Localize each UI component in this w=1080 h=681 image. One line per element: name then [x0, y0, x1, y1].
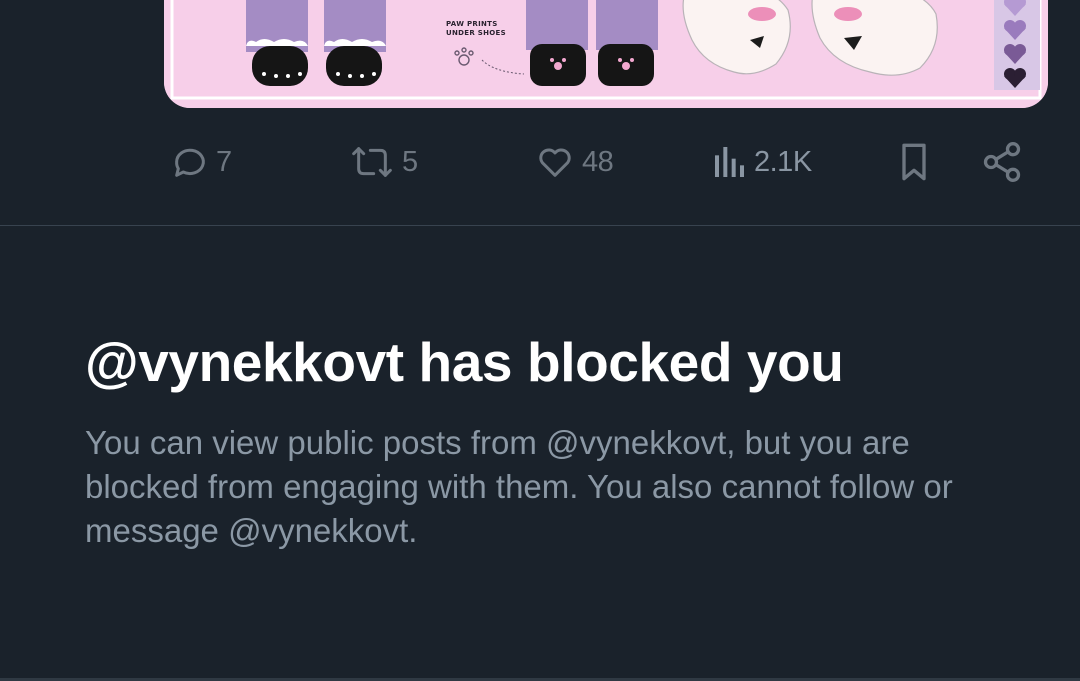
reply-count: 7	[216, 145, 232, 178]
character-reference-artwork	[164, 0, 1048, 108]
views-icon	[715, 147, 744, 177]
bookmark-icon	[902, 143, 926, 181]
media-caption: PAW PRINTS UNDER SHOES	[446, 20, 524, 38]
repost-icon	[352, 147, 392, 177]
reply-icon	[175, 148, 205, 177]
views-button[interactable]: 2.1K	[712, 134, 812, 190]
media-caption-line-2: UNDER SHOES	[446, 29, 506, 37]
bookmark-button[interactable]	[894, 134, 934, 190]
like-button[interactable]: 48	[534, 134, 614, 190]
view-count: 2.1K	[754, 145, 812, 178]
blocked-title: @vynekkovt has blocked you	[85, 331, 844, 393]
repost-count: 5	[402, 145, 418, 178]
share-button[interactable]	[980, 134, 1024, 190]
media-caption-line-1: PAW PRINTS	[446, 20, 498, 28]
repost-button[interactable]: 5	[348, 134, 418, 190]
post-media-image[interactable]: PAW PRINTS UNDER SHOES	[164, 0, 1048, 108]
share-icon	[983, 142, 1021, 182]
post-action-bar: 7 5 48 2.1K	[0, 134, 1080, 190]
reply-button[interactable]: 7	[170, 134, 232, 190]
blocked-description: You can view public posts from @vynekkov…	[85, 424, 953, 549]
post-divider	[0, 225, 1080, 226]
like-count: 48	[582, 145, 614, 178]
like-icon	[539, 148, 571, 177]
